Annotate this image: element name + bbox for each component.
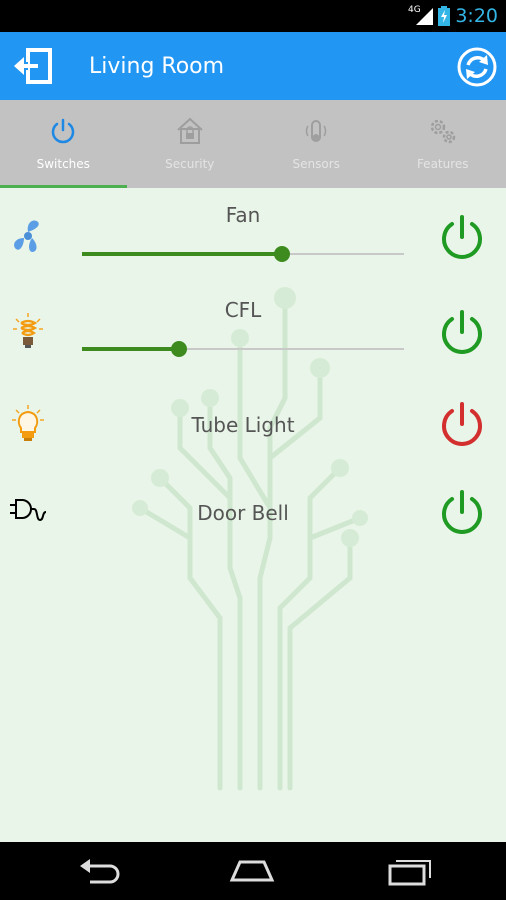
system-nav-bar: [0, 842, 506, 900]
fan-icon: [14, 220, 39, 252]
slider-fill: [82, 347, 179, 351]
bulb-icon: [12, 405, 44, 441]
slider-fill: [82, 252, 282, 256]
power-icon: [52, 118, 75, 144]
cfl-bulb-icon: [13, 313, 43, 348]
sensor-icon: [306, 120, 327, 142]
power-button[interactable]: [438, 400, 486, 448]
dimmer-slider[interactable]: [82, 339, 404, 359]
page-title: Living Room: [89, 54, 225, 79]
refresh-icon[interactable]: [456, 46, 498, 88]
house-lock-icon: [177, 117, 203, 144]
clock: 3:20: [455, 5, 498, 27]
tab-label: Features: [416, 157, 469, 171]
battery-charging-icon: [438, 6, 450, 26]
home-icon[interactable]: [228, 856, 276, 886]
device-name: Tube Light: [191, 413, 295, 437]
power-button[interactable]: [438, 308, 486, 356]
recents-icon[interactable]: [386, 856, 434, 886]
device-name: Fan: [225, 203, 261, 227]
gears-icon: [430, 119, 455, 144]
tab-label: Security: [165, 157, 215, 171]
device-name: CFL: [224, 298, 262, 322]
device-row: Door Bell: [0, 478, 506, 553]
back-icon[interactable]: [76, 856, 124, 886]
device-row: CFL: [0, 283, 506, 373]
status-bar: 4G 3:20: [0, 0, 506, 32]
plug-icon: [10, 499, 47, 522]
power-button[interactable]: [438, 488, 486, 536]
tab-label: Sensors: [292, 157, 340, 171]
device-row: Fan: [0, 188, 506, 278]
dimmer-slider[interactable]: [82, 244, 404, 264]
action-bar: Living Room: [0, 32, 506, 100]
slider-thumb[interactable]: [170, 341, 187, 357]
device-name: Door Bell: [197, 501, 289, 525]
slider-thumb[interactable]: [273, 246, 290, 262]
exit-icon[interactable]: [12, 46, 56, 86]
power-button[interactable]: [438, 213, 486, 261]
tab-security[interactable]: Security: [127, 100, 254, 188]
tab-features[interactable]: Features: [380, 100, 506, 188]
tab-sensors[interactable]: Sensors: [253, 100, 380, 188]
tab-label: Switches: [36, 157, 90, 171]
tab-bar: Switches Security Sensors Features: [0, 100, 506, 188]
device-row: Tube Light: [0, 388, 506, 463]
tab-switches[interactable]: Switches: [0, 100, 127, 188]
signal-icon: [416, 8, 433, 25]
switches-panel: Fan CFL Tube Light Door Bell: [0, 188, 506, 842]
